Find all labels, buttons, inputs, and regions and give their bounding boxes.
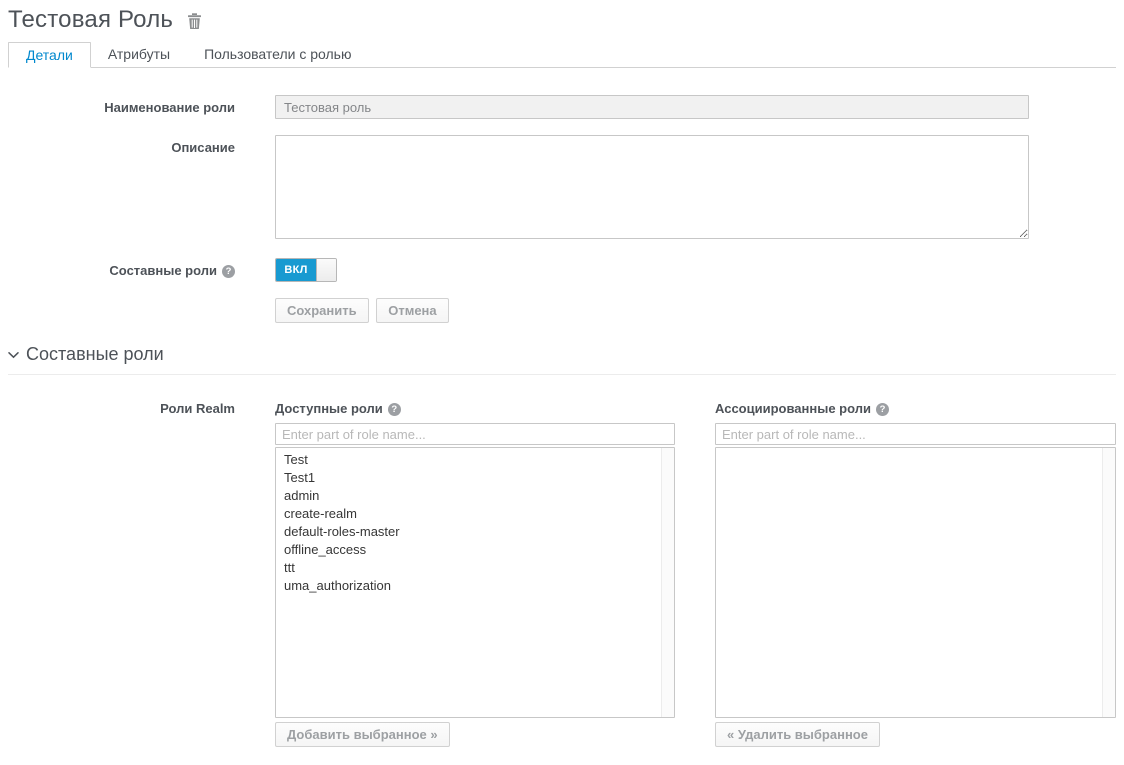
composite-roles-toggle[interactable]: ВКЛ (275, 258, 337, 282)
remove-selected-button[interactable]: « Удалить выбранное (715, 722, 880, 747)
role-option[interactable]: ttt (276, 559, 674, 577)
available-roles-header: Доступные роли? (275, 399, 675, 416)
page-title: Тестовая Роль (8, 6, 173, 34)
role-name-row: Наименование роли (8, 95, 1116, 119)
tab-details[interactable]: Детали (8, 42, 91, 68)
role-detail-page: Тестовая Роль Детали (0, 0, 1124, 747)
description-label: Описание (8, 135, 235, 155)
role-option[interactable]: default-roles-master (276, 523, 674, 541)
associated-roles-column: Ассоциированные роли? « Удалить выбранно… (715, 399, 1116, 747)
role-option[interactable]: Test1 (276, 469, 674, 487)
role-option[interactable]: create-realm (276, 505, 674, 523)
role-option[interactable]: offline_access (276, 541, 674, 559)
role-option[interactable]: uma_authorization (276, 577, 674, 595)
tab-bar: Детали Атрибуты Пользователи с ролью (8, 42, 1116, 68)
associated-roles-header: Ассоциированные роли? (715, 399, 1116, 416)
role-name-label: Наименование роли (8, 95, 235, 115)
form-buttons-row: Сохранить Отмена (8, 298, 1116, 323)
composite-section-title: Составные роли (26, 344, 164, 365)
toggle-on-label: ВКЛ (276, 259, 316, 281)
details-form: Наименование роли Описание Составные рол… (8, 68, 1116, 323)
page-header: Тестовая Роль (8, 6, 1116, 34)
available-roles-search-input[interactable] (275, 423, 675, 445)
help-icon[interactable]: ? (222, 265, 235, 278)
associated-roles-search-input[interactable] (715, 423, 1116, 445)
scrollbar-track[interactable] (661, 448, 674, 717)
realm-roles-label: Роли Realm (8, 399, 235, 747)
help-icon[interactable]: ? (388, 403, 401, 416)
role-name-input[interactable] (275, 95, 1029, 119)
delete-role-button[interactable] (185, 11, 204, 34)
chevron-down-icon (8, 347, 19, 362)
cancel-button[interactable]: Отмена (376, 298, 448, 323)
realm-roles-picker: Роли Realm Доступные роли? TestTest1admi… (8, 399, 1116, 747)
save-button[interactable]: Сохранить (275, 298, 369, 323)
description-textarea[interactable] (275, 135, 1029, 239)
scrollbar-track[interactable] (1102, 448, 1115, 717)
trash-icon (187, 17, 202, 32)
toggle-handle[interactable] (316, 259, 336, 281)
role-option[interactable]: Test (276, 451, 674, 469)
available-roles-listbox[interactable]: TestTest1admincreate-realmdefault-roles-… (275, 447, 675, 718)
tab-users-in-role[interactable]: Пользователи с ролью (187, 42, 368, 68)
associated-roles-listbox[interactable] (715, 447, 1116, 718)
add-selected-button[interactable]: Добавить выбранное » (275, 722, 450, 747)
composite-roles-label: Составные роли? (8, 258, 235, 278)
composite-section-header[interactable]: Составные роли (8, 344, 1116, 375)
role-option[interactable]: admin (276, 487, 674, 505)
help-icon[interactable]: ? (876, 403, 889, 416)
description-row: Описание (8, 135, 1116, 242)
available-roles-column: Доступные роли? TestTest1admincreate-rea… (275, 399, 675, 747)
tab-attributes[interactable]: Атрибуты (91, 42, 187, 68)
composite-roles-row: Составные роли? ВКЛ (8, 258, 1116, 282)
